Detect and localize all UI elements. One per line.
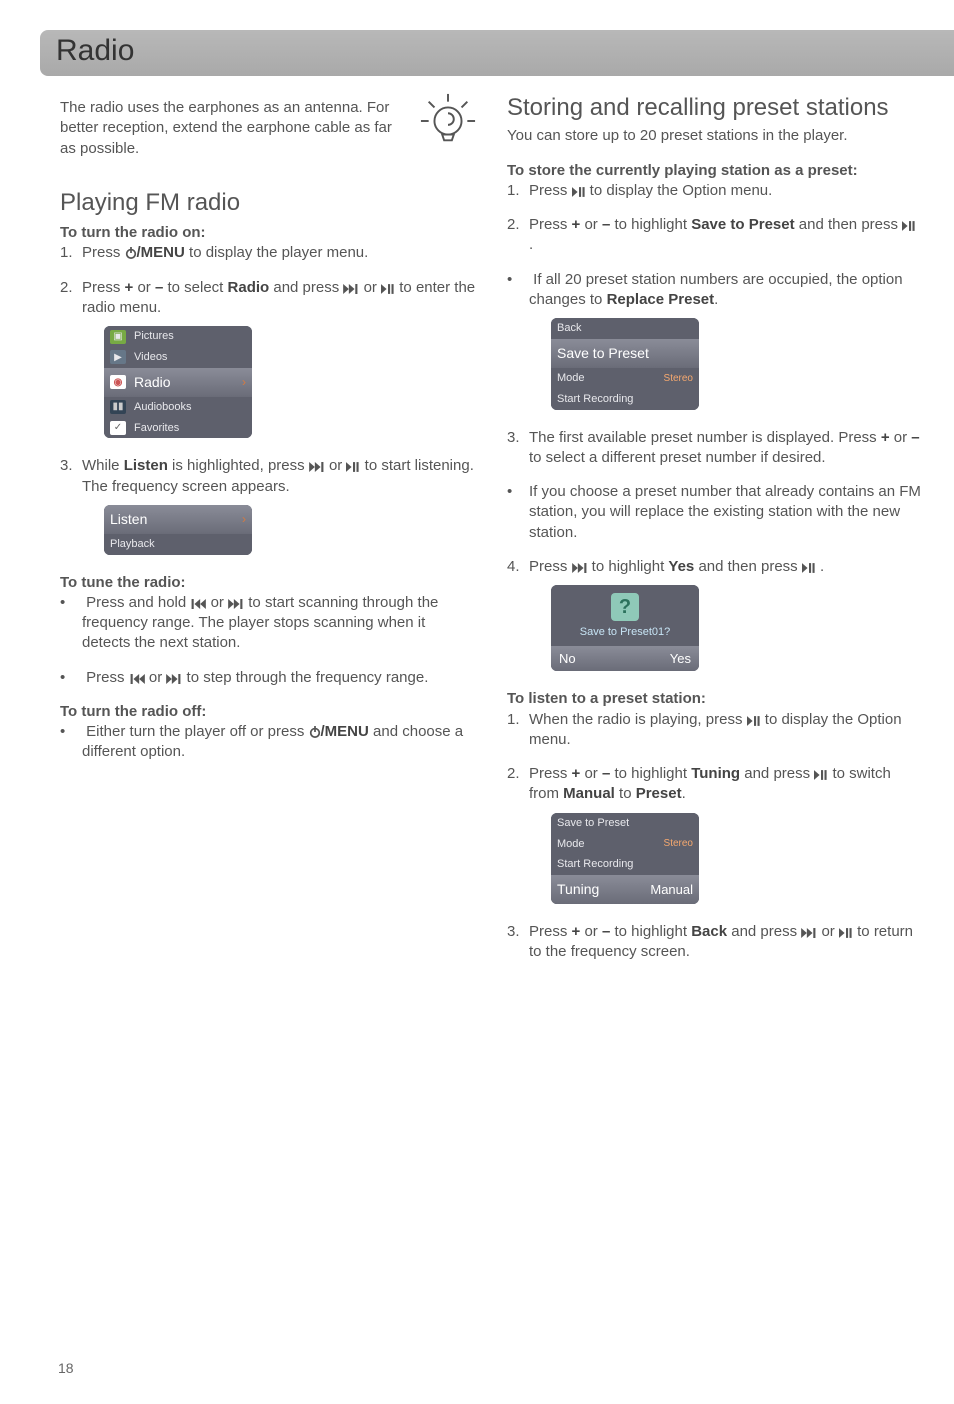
listen-subhead: To listen to a preset station: — [507, 689, 924, 709]
listen-step-1: 1.When the radio is playing, press to di… — [507, 710, 924, 751]
store-step-4: 4.Press to highlight Yes and then press … — [507, 557, 924, 672]
play-pause-icon — [346, 462, 360, 472]
preset-heading: Storing and recalling preset stations — [507, 92, 924, 124]
playing-fm-heading: Playing FM radio — [60, 187, 477, 219]
forward-icon — [801, 928, 817, 938]
device-main-menu: ▣Pictures ▶Videos ◉Radio› ▮▮Audiobooks ✓… — [104, 326, 252, 438]
store-step-2: 2.Press + or – to highlight Save to Pres… — [507, 215, 924, 256]
turn-off-subhead: To turn the radio off: — [60, 702, 477, 722]
store-step-1: 1.Press to display the Option menu. — [507, 181, 924, 201]
store-subhead: To store the currently playing station a… — [507, 161, 924, 181]
turn-on-step-2: 2.Press + or – to select Radio and press… — [60, 278, 477, 439]
previous-icon — [129, 674, 145, 684]
power-icon — [309, 726, 321, 738]
store-note: If all 20 preset station numbers are occ… — [507, 270, 924, 410]
tune-bullet-2: Press or to step through the frequency r… — [60, 668, 477, 688]
play-pause-icon — [814, 770, 828, 780]
forward-icon — [166, 674, 182, 684]
turn-on-step-3: 3.While Listen is highlighted, press or … — [60, 456, 477, 554]
power-icon — [125, 247, 137, 259]
chevron-right-icon: › — [242, 374, 246, 390]
turn-on-step-1: 1.Press /MENU to display the player menu… — [60, 243, 477, 263]
right-column: Storing and recalling preset stations Yo… — [507, 92, 924, 977]
play-pause-icon — [839, 928, 853, 938]
chevron-right-icon: › — [242, 511, 246, 527]
forward-icon — [343, 284, 359, 294]
store-step-3-note: If you choose a preset number that alrea… — [507, 482, 924, 543]
page-title: Radio — [56, 34, 954, 68]
play-pause-icon — [572, 187, 586, 197]
turn-off-bullet: Either turn the player off or press /MEN… — [60, 722, 477, 763]
device-tuning-menu: Save to Preset ModeStereo Start Recordin… — [551, 813, 699, 904]
preset-intro: You can store up to 20 preset stations i… — [507, 126, 924, 146]
play-pause-icon — [747, 716, 761, 726]
device-save-menu: Back Save to Preset ModeStereo Start Rec… — [551, 318, 699, 409]
store-step-3: 3.The first available preset number is d… — [507, 428, 924, 469]
turn-on-subhead: To turn the radio on: — [60, 223, 477, 243]
forward-icon — [309, 462, 325, 472]
section-header: Radio — [40, 30, 954, 76]
previous-icon — [190, 599, 206, 609]
tip-lightbulb-icon — [419, 92, 477, 150]
play-pause-icon — [802, 563, 816, 573]
forward-icon — [572, 563, 588, 573]
device-confirm-prompt: ? Save to Preset01? NoYes — [551, 585, 699, 671]
question-icon: ? — [611, 593, 639, 621]
play-pause-icon — [902, 221, 916, 231]
antenna-note: The radio uses the earphones as an anten… — [60, 92, 409, 159]
tune-subhead: To tune the radio: — [60, 573, 477, 593]
play-pause-icon — [381, 284, 395, 294]
forward-icon — [228, 599, 244, 609]
device-listen-menu: Listen› Playback — [104, 505, 252, 555]
tune-bullet-1: Press and hold or to start scanning thro… — [60, 593, 477, 654]
listen-step-3: 3.Press + or – to highlight Back and pre… — [507, 922, 924, 963]
left-column: The radio uses the earphones as an anten… — [60, 92, 477, 977]
listen-step-2: 2.Press + or – to highlight Tuning and p… — [507, 764, 924, 904]
